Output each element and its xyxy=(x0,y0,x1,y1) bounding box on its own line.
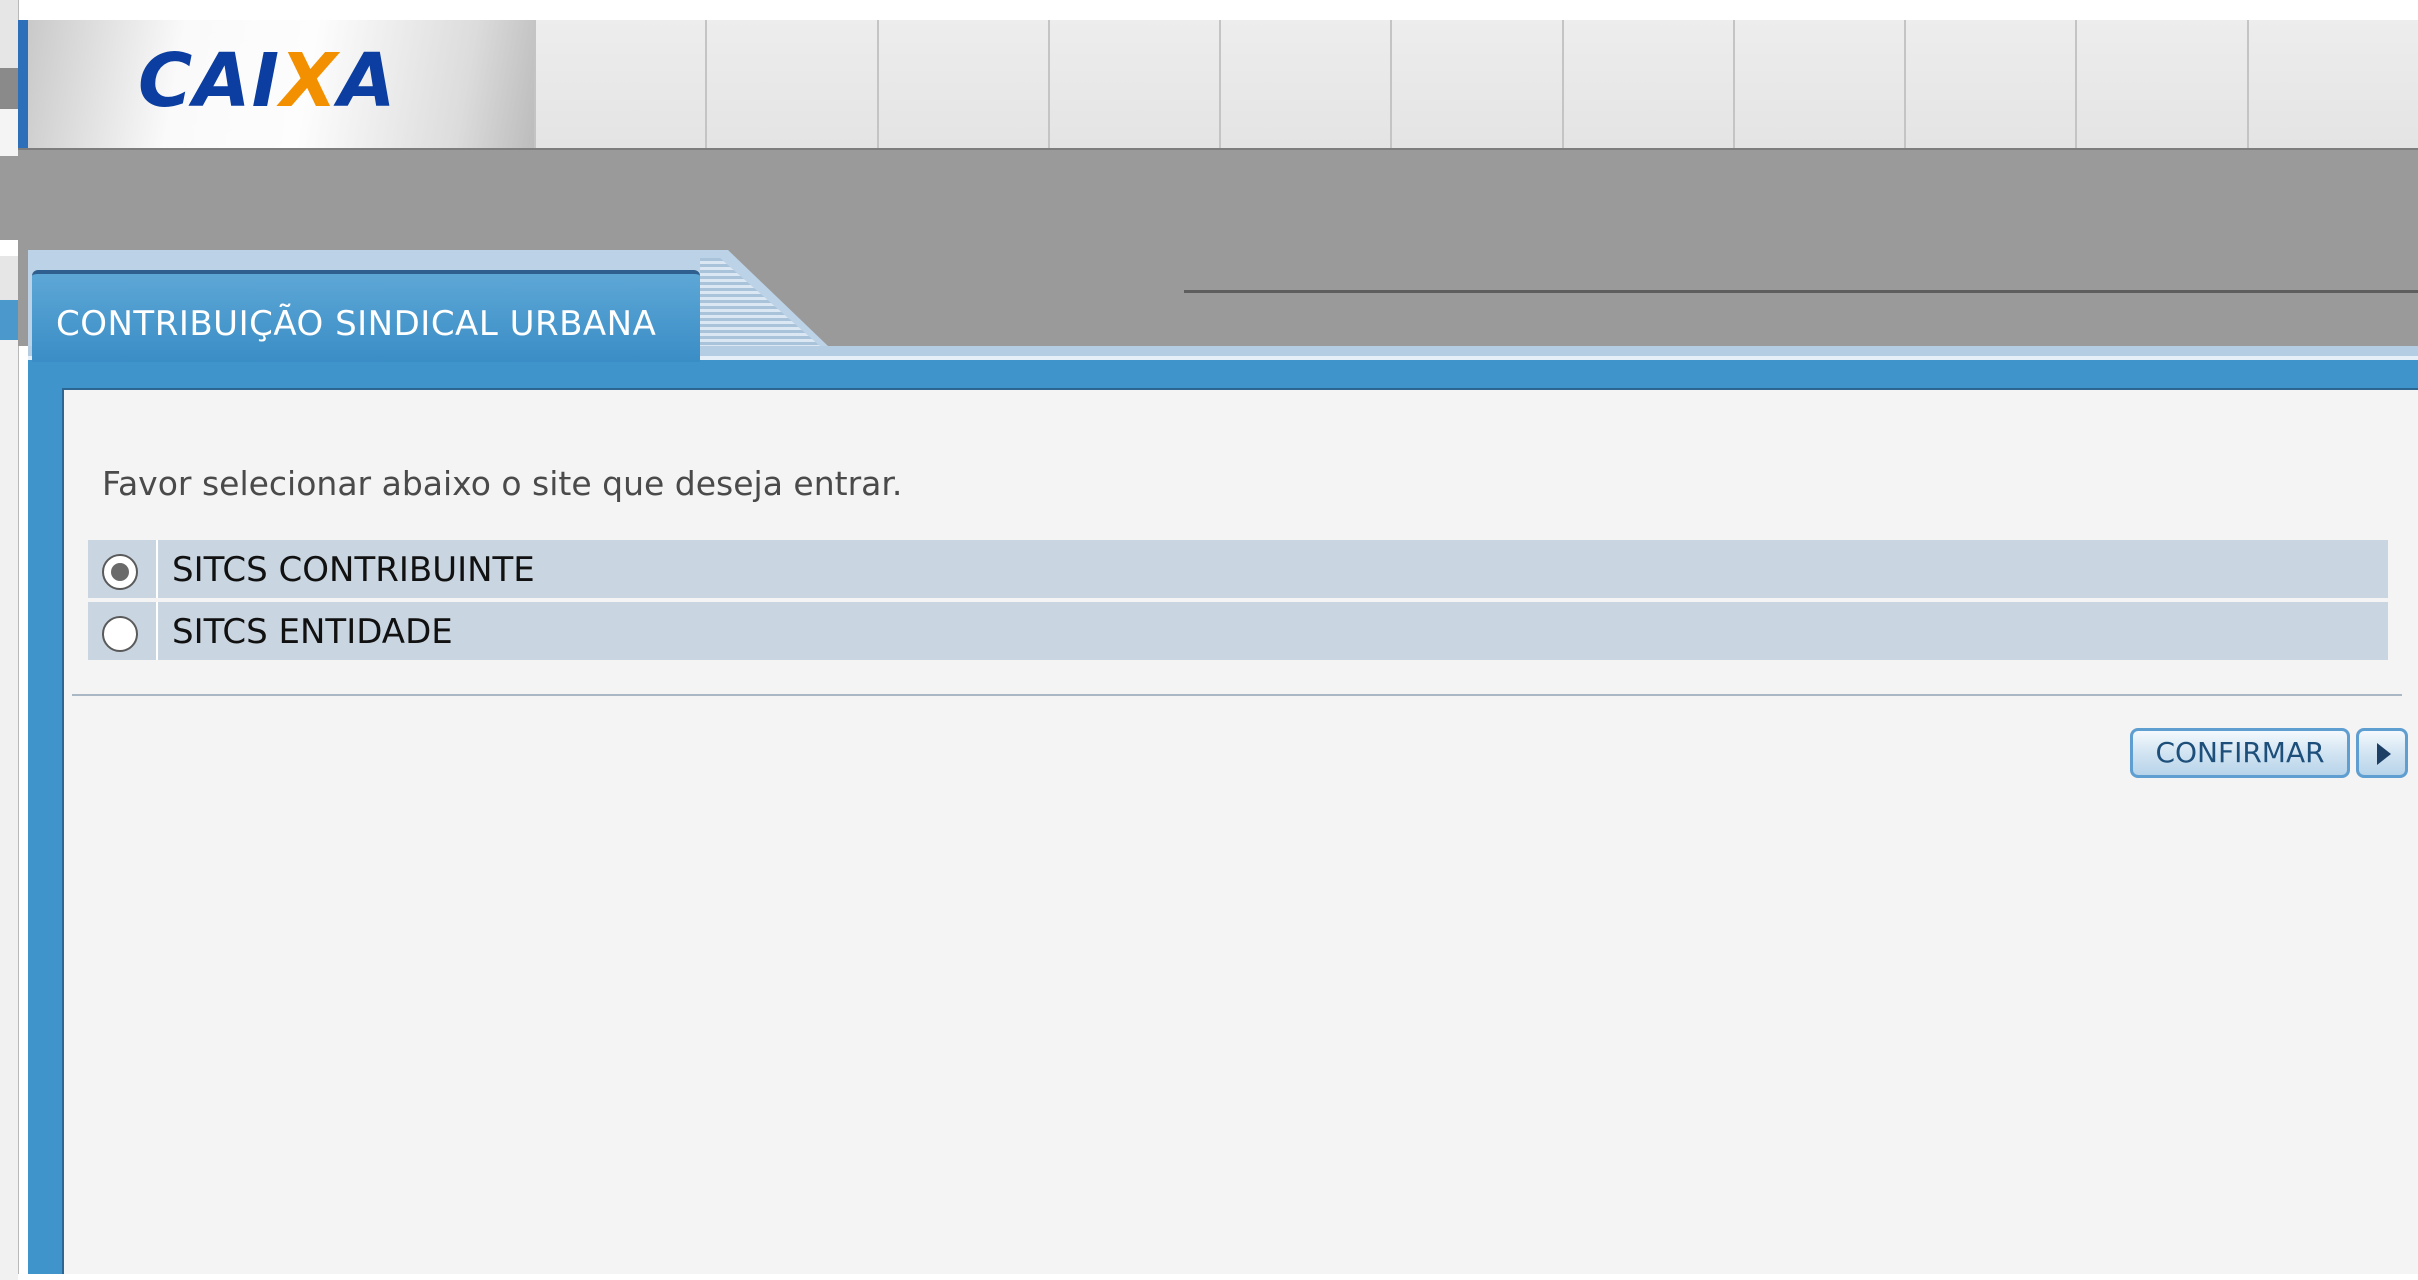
tab-title: CONTRIBUIÇÃO SINDICAL URBANA xyxy=(56,304,657,344)
band-divider xyxy=(1184,290,2418,293)
header-cell xyxy=(1219,20,1391,148)
header-cell xyxy=(1904,20,2076,148)
confirm-button[interactable]: CONFIRMAR xyxy=(2130,728,2350,778)
instruction-text: Favor selecionar abaixo o site que desej… xyxy=(102,464,903,503)
confirm-arrow-button[interactable] xyxy=(2356,728,2408,778)
option-label[interactable]: SITCS ENTIDADE xyxy=(172,612,453,652)
header-cell xyxy=(705,20,877,148)
radio-contribuinte[interactable] xyxy=(102,554,138,590)
header-cell xyxy=(876,20,1048,148)
logo-area: CAIXA xyxy=(28,20,534,148)
background-window-field xyxy=(0,108,18,158)
header-cell xyxy=(1561,20,1733,148)
header-cell xyxy=(2246,20,2418,148)
option-row-entidade[interactable]: SITCS ENTIDADE xyxy=(88,602,2388,660)
radio-cell xyxy=(88,602,158,660)
header-accent xyxy=(18,20,28,148)
play-arrow-icon xyxy=(2377,743,2391,765)
header-cell xyxy=(1390,20,1562,148)
header-cell xyxy=(1047,20,1220,148)
radio-entidade[interactable] xyxy=(102,616,138,652)
radio-cell xyxy=(88,540,158,598)
separator xyxy=(72,694,2402,696)
option-row-contribuinte[interactable]: SITCS CONTRIBUINTE xyxy=(88,540,2388,598)
header-cell xyxy=(2075,20,2247,148)
background-window-edge xyxy=(0,0,19,1280)
header-decoration-grid xyxy=(534,20,2418,148)
background-window-bar xyxy=(0,68,18,108)
radio-selected-dot xyxy=(111,563,129,581)
header-cell xyxy=(534,20,706,148)
site-header: CAIXA xyxy=(18,20,2418,150)
header-cell xyxy=(1732,20,1905,148)
background-window-accent xyxy=(0,300,18,340)
tab-contribuicao-sindical-urbana[interactable]: CONTRIBUIÇÃO SINDICAL URBANA xyxy=(32,270,700,362)
option-label[interactable]: SITCS CONTRIBUINTE xyxy=(172,550,535,590)
background-window-field xyxy=(0,240,18,256)
caixa-logo[interactable]: CAIXA xyxy=(138,44,396,118)
background-window-body xyxy=(0,340,18,1280)
background-window-bar xyxy=(0,156,18,240)
content-panel: Favor selecionar abaixo o site que desej… xyxy=(62,388,2418,1274)
